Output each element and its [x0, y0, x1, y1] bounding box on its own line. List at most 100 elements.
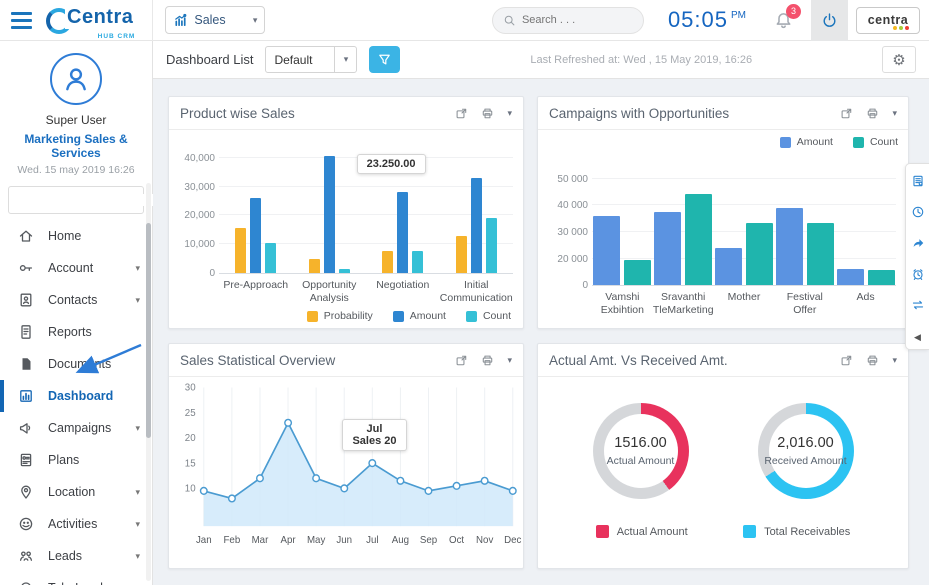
legend-item-total-receivables[interactable]: Total Receivables — [743, 525, 850, 538]
chevron-down-icon[interactable]: ▾ — [892, 108, 897, 119]
legend-item-amount[interactable]: Amount — [780, 136, 833, 148]
chevron-down-icon[interactable]: ▾ — [507, 108, 512, 119]
donut-charts: 1516.00Actual Amount2,016.00Received Amo… — [538, 377, 908, 568]
y-axis-tick: 10,000 — [177, 239, 215, 250]
x-axis-label: Ads — [835, 291, 896, 316]
cards-grid: Product wise Sales ▾ 010,00020,00030,000… — [153, 79, 929, 585]
brand-badge[interactable]: centra — [856, 7, 920, 34]
bar-count — [265, 243, 276, 273]
sidebar-item-reports[interactable]: Reports — [0, 316, 152, 348]
donut-label: Received Amount — [764, 455, 846, 467]
legend-item-amount[interactable]: Amount — [393, 310, 446, 322]
svg-text:Nov: Nov — [476, 535, 493, 546]
print-icon[interactable] — [481, 354, 494, 367]
chevron-down-icon[interactable]: ▾ — [892, 355, 897, 366]
chevron-down-icon[interactable]: ▾ — [507, 355, 512, 366]
y-axis-tick: 40,000 — [177, 153, 215, 164]
settings-button[interactable]: ⚙ — [882, 46, 916, 73]
notifications-button[interactable]: 3 — [774, 11, 793, 30]
exchange-icon[interactable] — [911, 298, 925, 312]
megaphone-icon — [18, 420, 34, 436]
chevron-down-icon: ▾ — [253, 15, 258, 26]
bar-amount — [471, 178, 482, 273]
svg-text:Sep: Sep — [420, 535, 438, 546]
notes-icon[interactable] — [911, 174, 925, 188]
share-icon[interactable] — [911, 236, 925, 250]
sidebar: Super User Marketing Sales & Services We… — [0, 41, 153, 585]
power-icon — [821, 12, 838, 29]
print-icon[interactable] — [866, 354, 879, 367]
sidebar-item-label: Plans — [48, 453, 79, 467]
sidebar-item-account[interactable]: Account ▾ — [0, 252, 152, 284]
expand-icon[interactable] — [840, 354, 853, 367]
bar-amount — [837, 269, 864, 285]
sidebar-item-documents[interactable]: Documents — [0, 348, 152, 380]
sidebar-item-dashboard[interactable]: Dashboard — [0, 380, 152, 412]
alarm-icon[interactable] — [911, 267, 925, 281]
legend-item-count[interactable]: Count — [853, 136, 898, 148]
hamburger-menu-icon[interactable] — [0, 12, 40, 29]
activity-icon — [18, 516, 34, 532]
bar-probability — [382, 251, 393, 273]
legend-item-count[interactable]: Count — [466, 310, 511, 322]
sidebar-search — [8, 186, 144, 214]
sidebar-item-leads[interactable]: Leads▾ — [0, 540, 152, 572]
chevron-down-icon: ▾ — [135, 263, 140, 274]
sidebar-item-label: Activities — [48, 517, 97, 531]
top-bar: Centra HUB CRM Sales ▾ 05:05 PM 3 centra — [0, 0, 929, 41]
sidebar-item-location[interactable]: Location▾ — [0, 476, 152, 508]
user-department: Marketing Sales & Services — [0, 132, 152, 160]
dashboard-toolbar: Dashboard List Default ▾ Last Refreshed … — [153, 41, 929, 79]
bar-count — [685, 194, 712, 285]
dashboard-list-label: Dashboard List — [166, 52, 253, 67]
bar-group-vamshi-exbihtion — [593, 162, 651, 285]
dashboard-select[interactable]: Default ▾ — [265, 46, 357, 73]
svg-text:Dec: Dec — [504, 535, 521, 546]
print-icon[interactable] — [481, 107, 494, 120]
module-selector[interactable]: Sales ▾ — [165, 6, 265, 34]
bar-amount — [397, 192, 408, 273]
expand-icon[interactable] — [840, 107, 853, 120]
bar-group-pre-approach — [235, 144, 276, 273]
expand-icon[interactable] — [455, 354, 468, 367]
sidebar-item-label: Account — [48, 261, 93, 275]
history-clock-icon[interactable] — [911, 205, 925, 219]
user-icon — [61, 64, 91, 94]
bar-amount — [776, 208, 803, 285]
filter-button[interactable] — [369, 46, 400, 73]
svg-text:Mar: Mar — [252, 535, 269, 546]
sidebar-item-tele-leads[interactable]: Tele-Leads▾ — [0, 572, 152, 585]
expand-icon[interactable] — [455, 107, 468, 120]
card-campaigns-with-opportunities: Campaigns with Opportunities ▾ 020 00030… — [537, 96, 909, 329]
donut-received-amount: 2,016.00Received Amount — [758, 403, 854, 499]
x-axis-label: Negotiation — [366, 279, 440, 304]
card-product-wise-sales: Product wise Sales ▾ 010,00020,00030,000… — [168, 96, 524, 329]
rail-collapse-icon[interactable]: ◀ — [914, 332, 921, 343]
sidebar-search-input[interactable] — [16, 194, 158, 206]
last-refreshed-text: Last Refreshed at: Wed , 15 May 2019, 16… — [530, 54, 752, 66]
sidebar-item-campaigns[interactable]: Campaigns▾ — [0, 412, 152, 444]
plan-icon — [18, 452, 34, 468]
svg-text:Jun: Jun — [336, 535, 352, 546]
global-search-input[interactable] — [522, 14, 622, 26]
sidebar-item-activities[interactable]: Activities▾ — [0, 508, 152, 540]
headset-icon — [18, 580, 34, 585]
sidebar-item-plans[interactable]: Plans — [0, 444, 152, 476]
bar-amount — [324, 156, 335, 273]
bar-group-mother — [715, 162, 773, 285]
bar-amount — [250, 198, 261, 273]
print-icon[interactable] — [866, 107, 879, 120]
sidebar-item-contacts[interactable]: Contacts▾ — [0, 284, 152, 316]
bar-count — [412, 251, 423, 273]
legend-item-actual-amount[interactable]: Actual Amount — [596, 525, 688, 538]
x-axis-label: Initial Communication — [440, 279, 514, 304]
x-axis-label: Opportunity Analysis — [293, 279, 367, 304]
legend-item-probability[interactable]: Probability — [307, 310, 373, 322]
card-actual-vs-received: Actual Amt. Vs Received Amt. ▾ 1516.00Ac… — [537, 343, 909, 569]
x-axis-label: Vamshi Exbihtion — [592, 291, 653, 316]
time-meridiem: PM — [731, 10, 746, 21]
sidebar-item-home[interactable]: Home — [0, 220, 152, 252]
sidebar-scrollbar-thumb[interactable] — [146, 223, 151, 438]
svg-text:Apr: Apr — [280, 535, 296, 546]
logout-button[interactable] — [811, 0, 848, 41]
